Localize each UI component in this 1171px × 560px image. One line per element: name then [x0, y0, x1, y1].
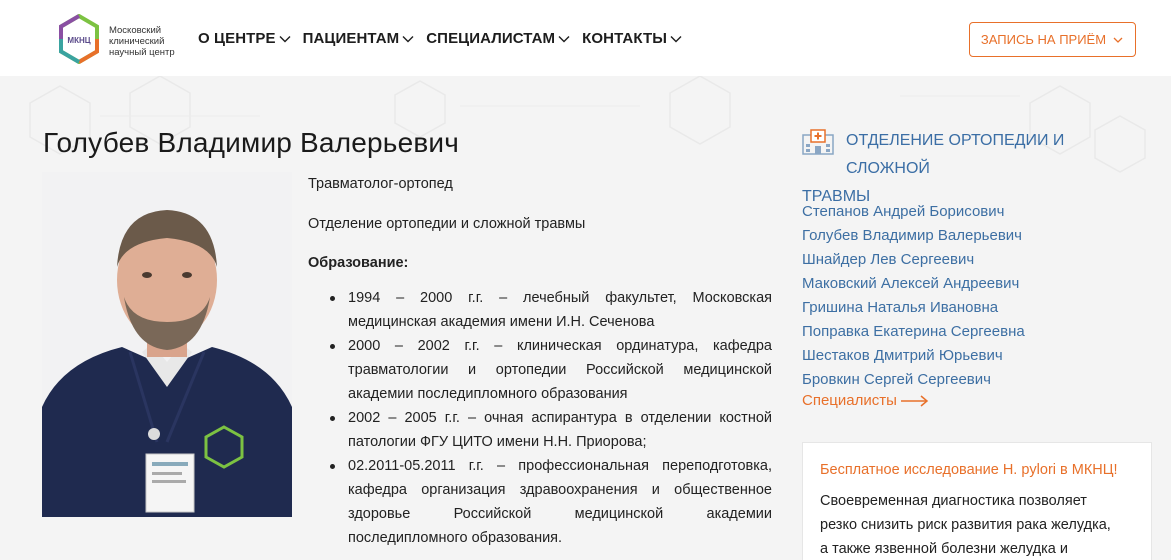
- chevron-down-icon: [402, 35, 414, 42]
- education-item: 1994 – 2000 г.г. – лечебный факультет, М…: [308, 286, 772, 334]
- appointment-button-label: ЗАПИСЬ НА ПРИЁМ: [980, 32, 1107, 47]
- doctor-role: Травматолог-ортопед: [308, 176, 453, 192]
- education-item: 2002 – 2005 г.г. – очная аспирантура в о…: [308, 406, 772, 454]
- promo-text-line: Своевременная диагностика позволяет: [820, 493, 1087, 509]
- site-header: МКНЦ Московский клинический научный цент…: [0, 0, 1171, 76]
- doctor-info: Травматолог-ортопед Отделение ортопедии …: [308, 174, 772, 550]
- page-title: Голубев Владимир Валерьевич: [43, 127, 460, 158]
- doctor-portrait-icon: [42, 172, 292, 517]
- sidebar-doctor-link[interactable]: Маковский Алексей Андреевич: [802, 272, 1025, 296]
- site-logo[interactable]: МКНЦ Московский клинический научный цент…: [57, 14, 187, 64]
- chevron-down-icon: [558, 35, 570, 42]
- promo-text-line: резко снизить риск развития рака желудка…: [820, 517, 1111, 533]
- nav-label-about: О ЦЕНТРЕ: [198, 30, 276, 47]
- nav-label-contacts: КОНТАКТЫ: [582, 30, 668, 47]
- specialists-link[interactable]: Специалисты: [802, 392, 929, 409]
- arrow-right-icon: [900, 394, 929, 407]
- education-item: 02.2011-05.2011 г.г. – профессиональная …: [308, 454, 772, 550]
- sidebar-doctor-link[interactable]: Шестаков Дмитрий Юрьевич: [802, 344, 1025, 368]
- chevron-down-icon: [670, 35, 682, 42]
- sidebar-doctor-link[interactable]: Степанов Андрей Борисович: [802, 200, 1025, 224]
- sidebar-department-heading[interactable]: ОТДЕЛЕНИЕ ОРТОПЕДИИ И СЛОЖНОЙ ТРАВМЫ: [802, 127, 1152, 211]
- mknc-logo-icon: МКНЦ: [59, 14, 99, 64]
- logo-line-3: научный центр: [109, 47, 175, 58]
- doctor-photo: [42, 172, 292, 517]
- chevron-down-icon: [1113, 37, 1123, 43]
- logo-mark-text: МКНЦ: [67, 36, 90, 45]
- nav-item-patients[interactable]: ПАЦИЕНТАМ: [303, 30, 415, 47]
- nav-item-specialists[interactable]: СПЕЦИАЛИСТАМ: [426, 30, 570, 47]
- nav-label-patients: ПАЦИЕНТАМ: [302, 30, 400, 47]
- education-list: 1994 – 2000 г.г. – лечебный факультет, М…: [308, 286, 772, 550]
- sidebar-doctor-link[interactable]: Шнайдер Лев Сергеевич: [802, 248, 1025, 272]
- sidebar-doctor-list: Степанов Андрей Борисович Голубев Владим…: [802, 200, 1025, 392]
- nav-item-contacts[interactable]: КОНТАКТЫ: [582, 30, 682, 47]
- hospital-icon: [802, 129, 834, 155]
- chevron-down-icon: [279, 35, 291, 42]
- doctor-department: Отделение ортопедии и сложной травмы: [308, 216, 586, 232]
- promo-text-line: а также язвенной болезни желудка и: [820, 541, 1068, 557]
- logo-line-2: клинический: [109, 36, 165, 47]
- nav-item-about[interactable]: О ЦЕНТРЕ: [198, 30, 291, 47]
- sidebar-doctor-link[interactable]: Голубев Владимир Валерьевич: [802, 224, 1025, 248]
- sidebar-doctor-link[interactable]: Гришина Наталья Ивановна: [802, 296, 1025, 320]
- specialists-link-label: Специалисты: [802, 392, 897, 409]
- promo-card[interactable]: Бесплатное исследование H. pylori в МКНЦ…: [802, 442, 1152, 560]
- education-item: 2000 – 2002 г.г. – клиническая ординатур…: [308, 334, 772, 406]
- logo-line-1: Московский: [109, 25, 162, 36]
- appointment-button[interactable]: ЗАПИСЬ НА ПРИЁМ: [969, 22, 1136, 57]
- education-heading: Образование:: [308, 255, 409, 271]
- nav-label-specialists: СПЕЦИАЛИСТАМ: [426, 30, 556, 47]
- main-nav: О ЦЕНТРЕ ПАЦИЕНТАМ СПЕЦИАЛИСТАМ КОНТАКТЫ: [198, 30, 694, 47]
- promo-title[interactable]: Бесплатное исследование H. pylori в МКНЦ…: [820, 460, 1134, 480]
- sidebar-department-title-line1: ОТДЕЛЕНИЕ ОРТОПЕДИИ И СЛОЖНОЙ: [846, 132, 1065, 177]
- sidebar-doctor-link[interactable]: Бровкин Сергей Сергеевич: [802, 368, 1025, 392]
- logo-text: Московский клинический научный центр: [109, 25, 189, 58]
- sidebar-doctor-link[interactable]: Поправка Екатерина Сергеевна: [802, 320, 1025, 344]
